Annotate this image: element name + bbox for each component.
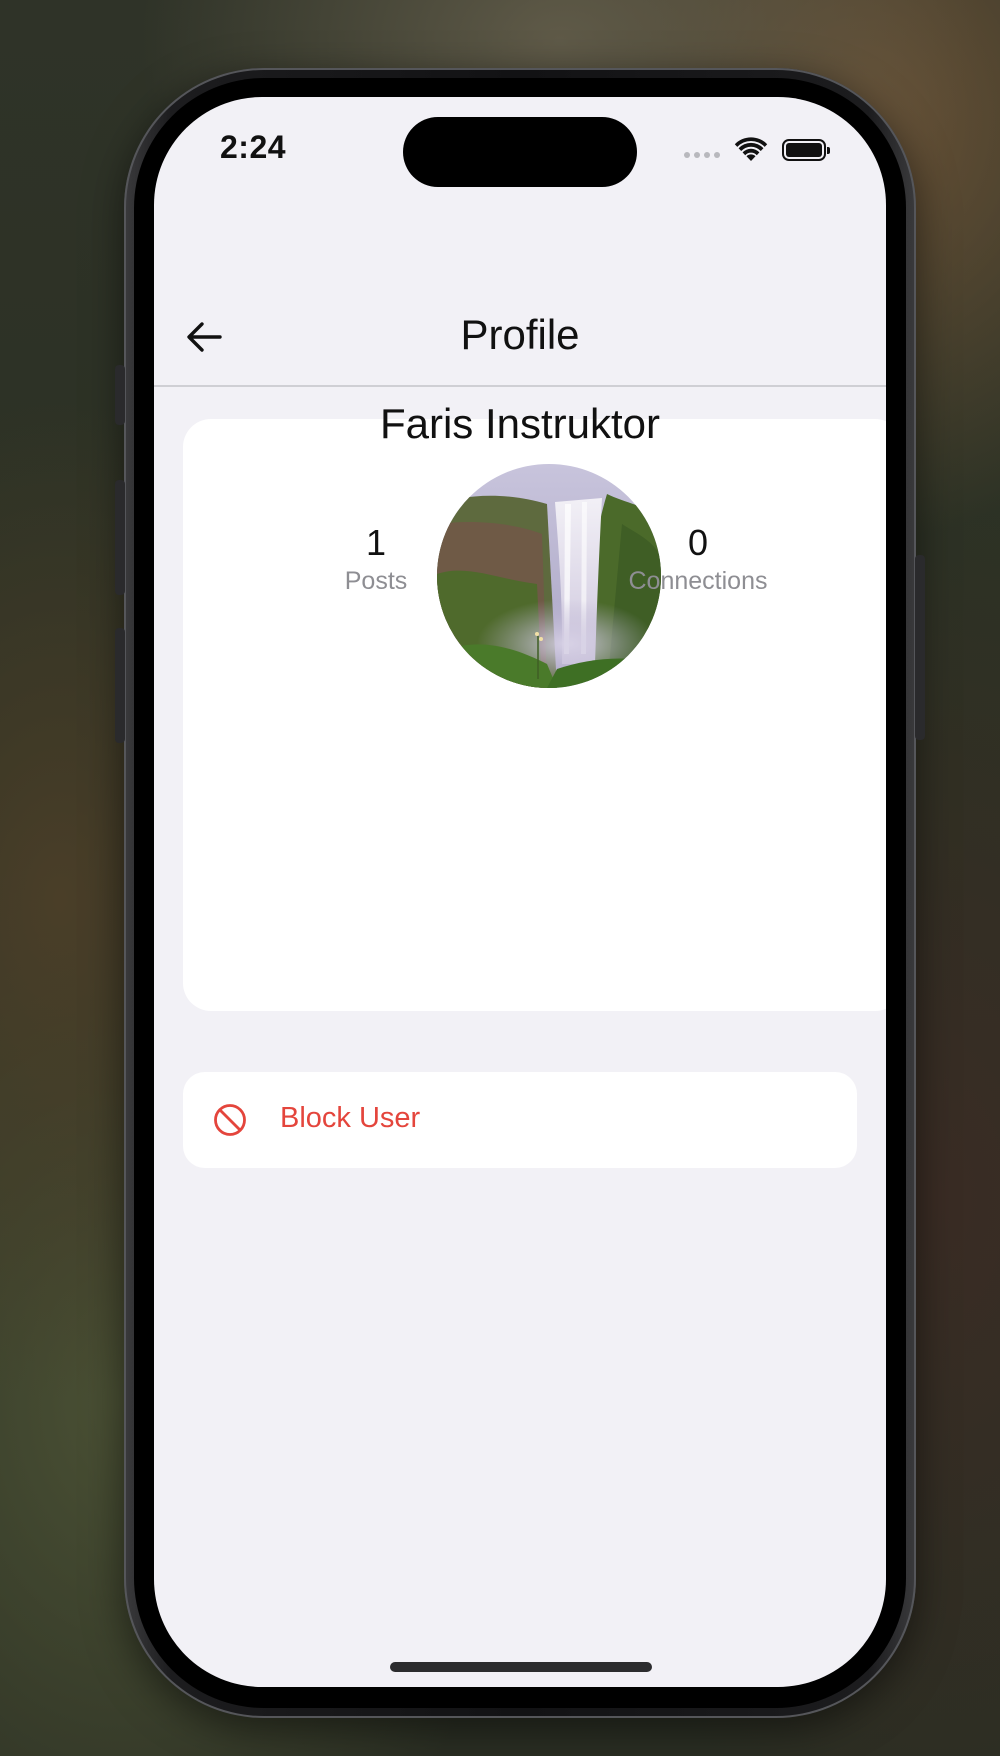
stat-connections[interactable]: 0 Connections — [578, 522, 818, 598]
dynamic-island — [403, 117, 637, 187]
status-icons — [684, 135, 830, 165]
app-screen: 2:24 Profile Faris Instruktor 1 Posts 0 … — [154, 97, 886, 1687]
stat-posts-label: Posts — [344, 567, 408, 595]
power-button — [915, 555, 925, 740]
wifi-icon — [734, 137, 768, 161]
stat-connections-value: 0 — [687, 522, 709, 563]
volume-down-button — [115, 628, 125, 743]
stat-connections-label: Connections — [628, 567, 768, 595]
profile-card — [183, 419, 886, 1011]
block-user-button[interactable]: Block User — [183, 1072, 857, 1168]
prohibited-icon — [214, 1104, 246, 1136]
block-user-label: Block User — [280, 1102, 421, 1134]
page-title: Profile — [460, 311, 580, 358]
volume-up-button — [115, 480, 125, 595]
stat-posts[interactable]: 1 Posts — [256, 522, 496, 598]
profile-name: Faris Instruktor — [379, 400, 661, 447]
status-time: 2:24 — [220, 129, 287, 165]
cellular-signal-icon — [684, 152, 720, 158]
battery-icon — [782, 139, 830, 161]
action-button — [115, 365, 125, 425]
stat-posts-value: 1 — [365, 522, 387, 563]
home-indicator[interactable] — [390, 1662, 652, 1672]
navigation-header: Profile — [154, 287, 886, 387]
